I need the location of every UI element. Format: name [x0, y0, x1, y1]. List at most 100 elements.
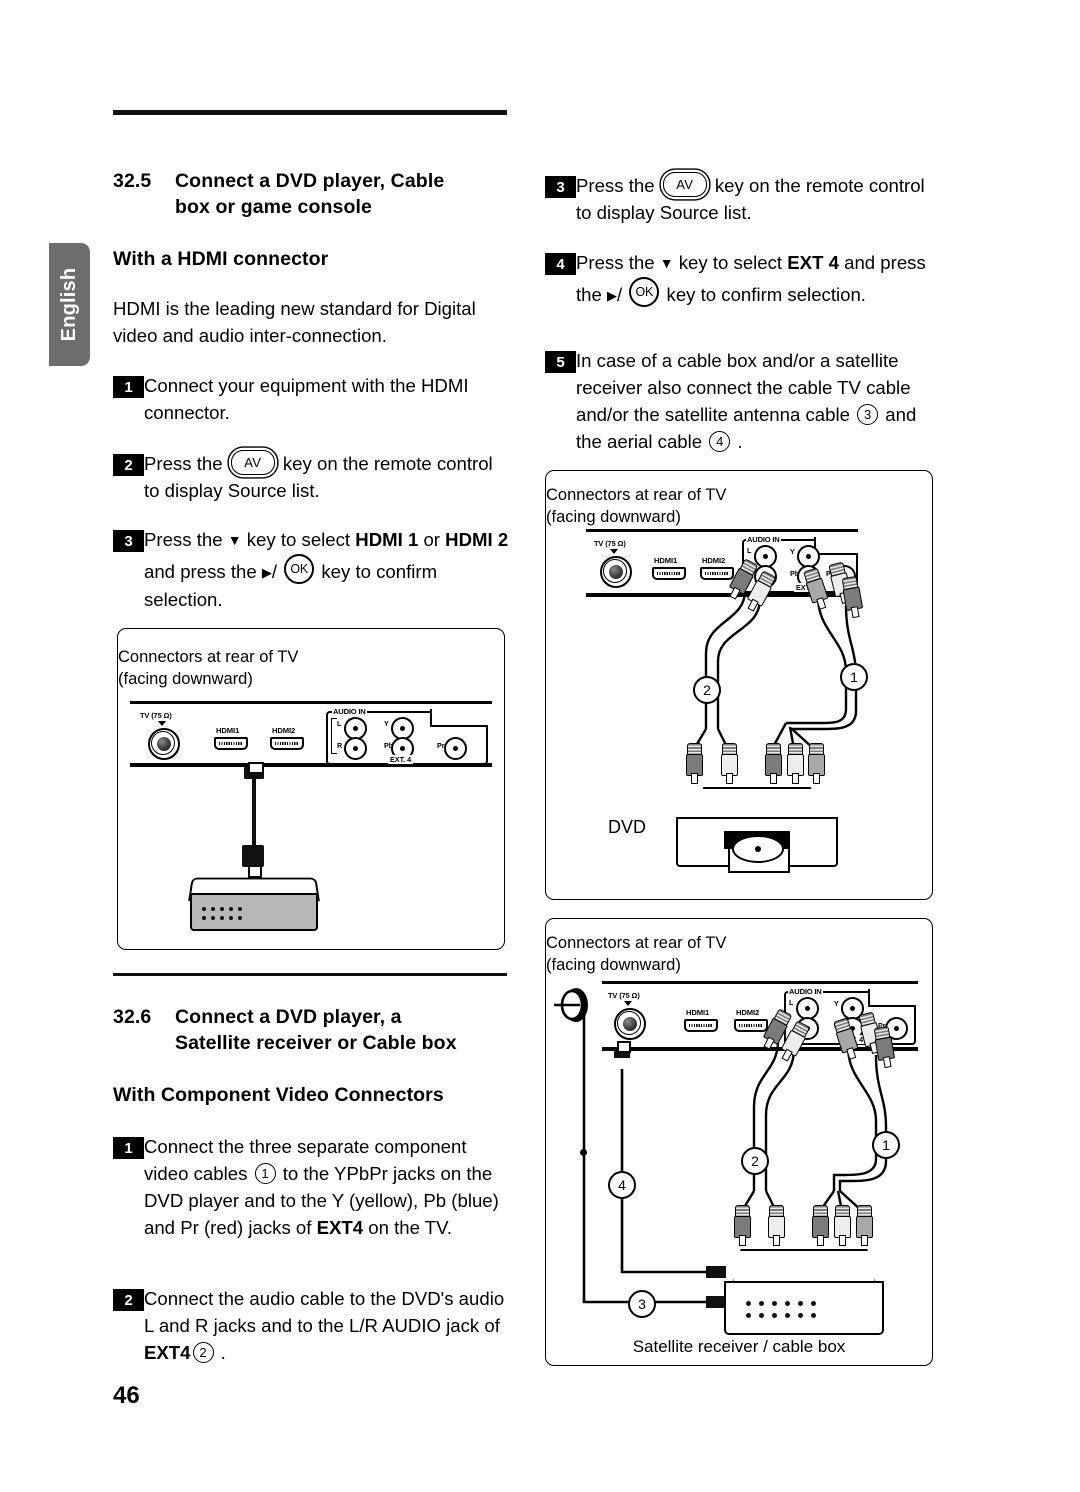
hdmi-plug-collar: [248, 762, 264, 774]
cable-marker-1: 1: [872, 1131, 900, 1159]
rca-plug-device: [856, 1205, 873, 1246]
top-rule: [113, 110, 507, 115]
audio-l-label: L: [337, 719, 342, 728]
audio-r-jack: [344, 737, 367, 760]
plug-tip: [739, 1235, 746, 1246]
manual-page: English 32.5 Connect a DVD player, Cable…: [0, 0, 1080, 1492]
ok-key-icon: OK: [284, 554, 315, 584]
vent-dot: [746, 1301, 751, 1306]
ext4-label: EXT. 4: [388, 755, 414, 764]
plug-tip: [839, 1235, 846, 1246]
step-text: Connect the three separate component vid…: [144, 1136, 499, 1238]
diagram-hdmi-connection: Connectors at rear of TV (facing downwar…: [117, 628, 505, 950]
vent-dot: [202, 916, 206, 920]
vent-dot: [211, 916, 215, 920]
section-32-6-title: Connect a DVD player, a Satellite receiv…: [175, 1006, 457, 1054]
vent-dot: [772, 1301, 777, 1306]
plug-tip: [817, 1235, 824, 1246]
plug-tip: [773, 1235, 780, 1246]
vent-dot: [220, 907, 224, 911]
arrow-down-icon: ▼: [227, 532, 242, 548]
step-number: 1: [113, 1137, 144, 1159]
hdmi1-label: HDMI1: [216, 726, 240, 735]
step-text: Connect your equipment with the HDMI con…: [144, 375, 469, 423]
section-32-6-heading: 32.6 Connect a DVD player, a Satellite r…: [113, 1004, 513, 1056]
rca-plug-device: [812, 1205, 829, 1246]
hdmi2-label: HDMI2: [272, 726, 296, 735]
audio-in-label: AUDIO IN: [332, 707, 367, 716]
vent-dot: [202, 907, 206, 911]
hdmi2-port: [270, 737, 304, 750]
vent-dot: [229, 907, 233, 911]
vent-dot: [759, 1313, 764, 1318]
section-32-5-heading: 32.5 Connect a DVD player, Cable box or …: [113, 168, 513, 220]
step-number: 3: [545, 176, 576, 198]
cable-marker-1: 1: [840, 663, 868, 691]
satellite-receiver: [724, 1249, 884, 1335]
step-number: 4: [545, 253, 576, 275]
panel-top-edge: [130, 701, 492, 704]
tv-coax-jack: [148, 728, 180, 760]
rca-plug-device: [734, 1205, 751, 1246]
step-number: 1: [113, 376, 144, 398]
coax-ring: [151, 731, 175, 755]
av-key-icon: AV: [662, 172, 707, 197]
av-key-icon: AV: [230, 450, 275, 475]
vent-dot: [759, 1301, 764, 1306]
hdmi-cable: [252, 779, 256, 847]
dvd-label: DVD: [608, 817, 647, 837]
diagram-caption: Connectors at rear of TV (facing downwar…: [118, 646, 504, 690]
step-item: 2 Connect the audio cable to the DVD's a…: [113, 1285, 513, 1366]
step-number: 3: [113, 530, 144, 552]
diagram-caption-line1: Connectors at rear of TV: [118, 648, 299, 666]
step-number: 2: [113, 454, 144, 476]
vent-dot: [798, 1313, 803, 1318]
step-text: In case of a cable box and/or a satellit…: [576, 350, 917, 452]
cable-marker-3: 3: [628, 1290, 656, 1318]
circled-number-icon: 3: [857, 404, 879, 425]
step-number: 2: [113, 1289, 144, 1311]
cable-marker-2: 2: [693, 676, 721, 704]
tv-coax-label: TV (75 Ω): [140, 711, 172, 720]
vent-dot: [772, 1313, 777, 1318]
rca-plug-device: [768, 1205, 785, 1246]
plug-tip: [770, 773, 777, 784]
plug-tip: [813, 773, 820, 784]
page-number: 46: [113, 1382, 140, 1409]
section-32-5-intro: HDMI is the leading new standard for Dig…: [113, 298, 476, 346]
section-32-5-title: Connect a DVD player, Cable box or game …: [175, 170, 445, 218]
vent-dot: [238, 907, 242, 911]
rca-plug-device: [765, 743, 782, 784]
diagram-caption-line2: (facing downward): [118, 670, 253, 688]
vent-dot: [746, 1313, 751, 1318]
step-item: 1 Connect your equipment with the HDMI c…: [113, 372, 513, 426]
step-number: 5: [545, 351, 576, 373]
hdmi-device: [188, 877, 320, 931]
vent-dot: [798, 1301, 803, 1306]
dvd-disc: [732, 835, 784, 863]
language-tab: English: [49, 243, 90, 366]
arrow-right-icon: ▶: [607, 288, 618, 303]
vent-dot: [785, 1301, 790, 1306]
step-text: Press the ▼ key to select EXT 4 and pres…: [576, 252, 926, 307]
vent-dot: [211, 907, 215, 911]
section-32-5-subheading: With a HDMI connector: [113, 248, 329, 270]
section-32-5-number: 32.5: [113, 170, 152, 192]
step-text: Connect the audio cable to the DVD's aud…: [144, 1288, 505, 1363]
rca-plug-device: [721, 743, 738, 784]
vent-dot: [238, 916, 242, 920]
step-item: 2 Press the AV key on the remote control…: [113, 450, 513, 504]
arrow-down-icon: ▼: [659, 255, 674, 271]
step-item: 3 Press the AV key on the remote control…: [545, 172, 945, 226]
device-front-face: [190, 893, 318, 931]
vent-dot: [811, 1301, 816, 1306]
step-text: Press the AV key on the remote control t…: [144, 450, 513, 504]
step-item: 1 Connect the three separate component v…: [113, 1133, 513, 1241]
pr-jack: [444, 737, 467, 760]
vent-dot: [785, 1313, 790, 1318]
step-text: Press the AV key on the remote control t…: [576, 172, 945, 226]
plug-tip: [691, 773, 698, 784]
circled-number-icon: 2: [192, 1342, 214, 1363]
ok-key-icon: OK: [629, 277, 660, 307]
hdmi-plug-bottom: [242, 845, 264, 867]
